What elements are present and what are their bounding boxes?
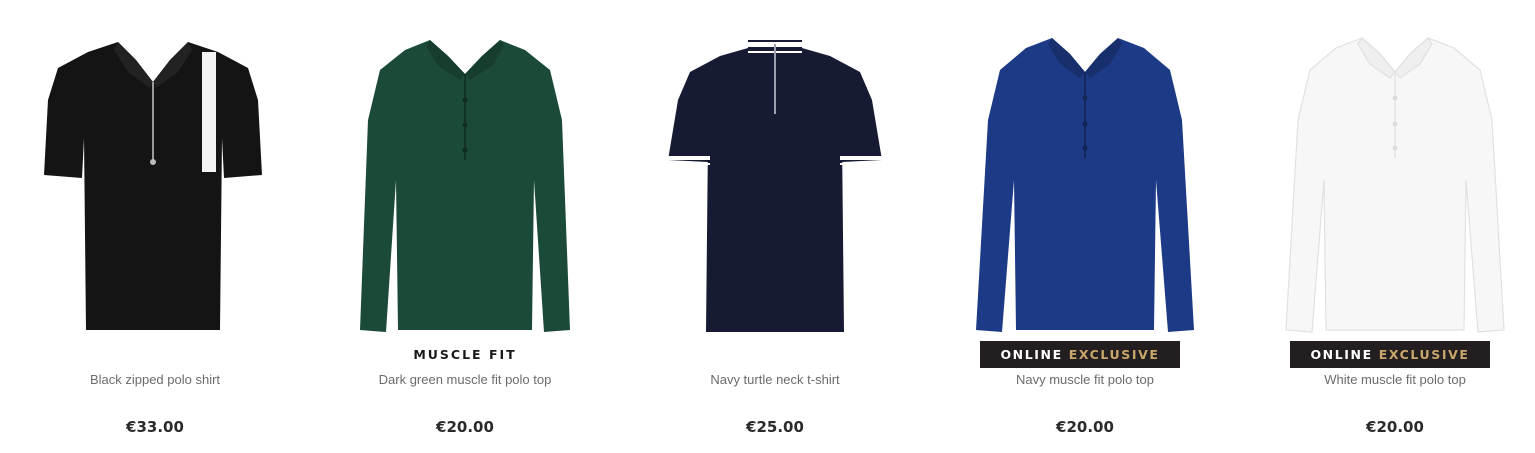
online-exclusive-badge: ONLINE EXCLUSIVE <box>1290 341 1490 368</box>
product-image[interactable] <box>930 30 1240 340</box>
product-price: €25.00 <box>746 418 804 436</box>
product-image[interactable] <box>1240 30 1535 340</box>
badge-exclusive: EXCLUSIVE <box>1068 347 1160 362</box>
product-card[interactable]: ONLINE EXCLUSIVE Navy muscle fit polo to… <box>930 0 1240 453</box>
muscle-fit-badge: MUSCLE FIT <box>413 347 517 362</box>
online-exclusive-badge: ONLINE EXCLUSIVE <box>980 341 1180 368</box>
product-card[interactable]: Navy turtle neck t-shirt €25.00 <box>620 0 930 453</box>
product-price: €20.00 <box>1366 418 1424 436</box>
product-name[interactable]: Navy turtle neck t-shirt <box>620 372 930 387</box>
product-price: €33.00 <box>126 418 184 436</box>
product-grid: Black zipped polo shirt €33.00 MUSCLE FI… <box>0 0 1535 453</box>
badge-online: ONLINE <box>1310 347 1373 362</box>
product-price: €20.00 <box>1056 418 1114 436</box>
product-card[interactable]: ONLINE EXCLUSIVE White muscle fit polo t… <box>1240 0 1535 453</box>
product-name[interactable]: Black zipped polo shirt <box>0 372 310 387</box>
product-name[interactable]: White muscle fit polo top <box>1240 372 1535 387</box>
badge-exclusive: EXCLUSIVE <box>1378 347 1470 362</box>
badge-online: ONLINE <box>1000 347 1063 362</box>
product-card[interactable]: Black zipped polo shirt €33.00 <box>0 0 310 453</box>
product-name[interactable]: Dark green muscle fit polo top <box>310 372 620 387</box>
product-name[interactable]: Navy muscle fit polo top <box>930 372 1240 387</box>
product-card[interactable]: MUSCLE FIT Dark green muscle fit polo to… <box>310 0 620 453</box>
product-image[interactable] <box>310 30 620 340</box>
product-image[interactable] <box>0 30 310 340</box>
product-price: €20.00 <box>436 418 494 436</box>
product-image[interactable] <box>620 30 930 340</box>
